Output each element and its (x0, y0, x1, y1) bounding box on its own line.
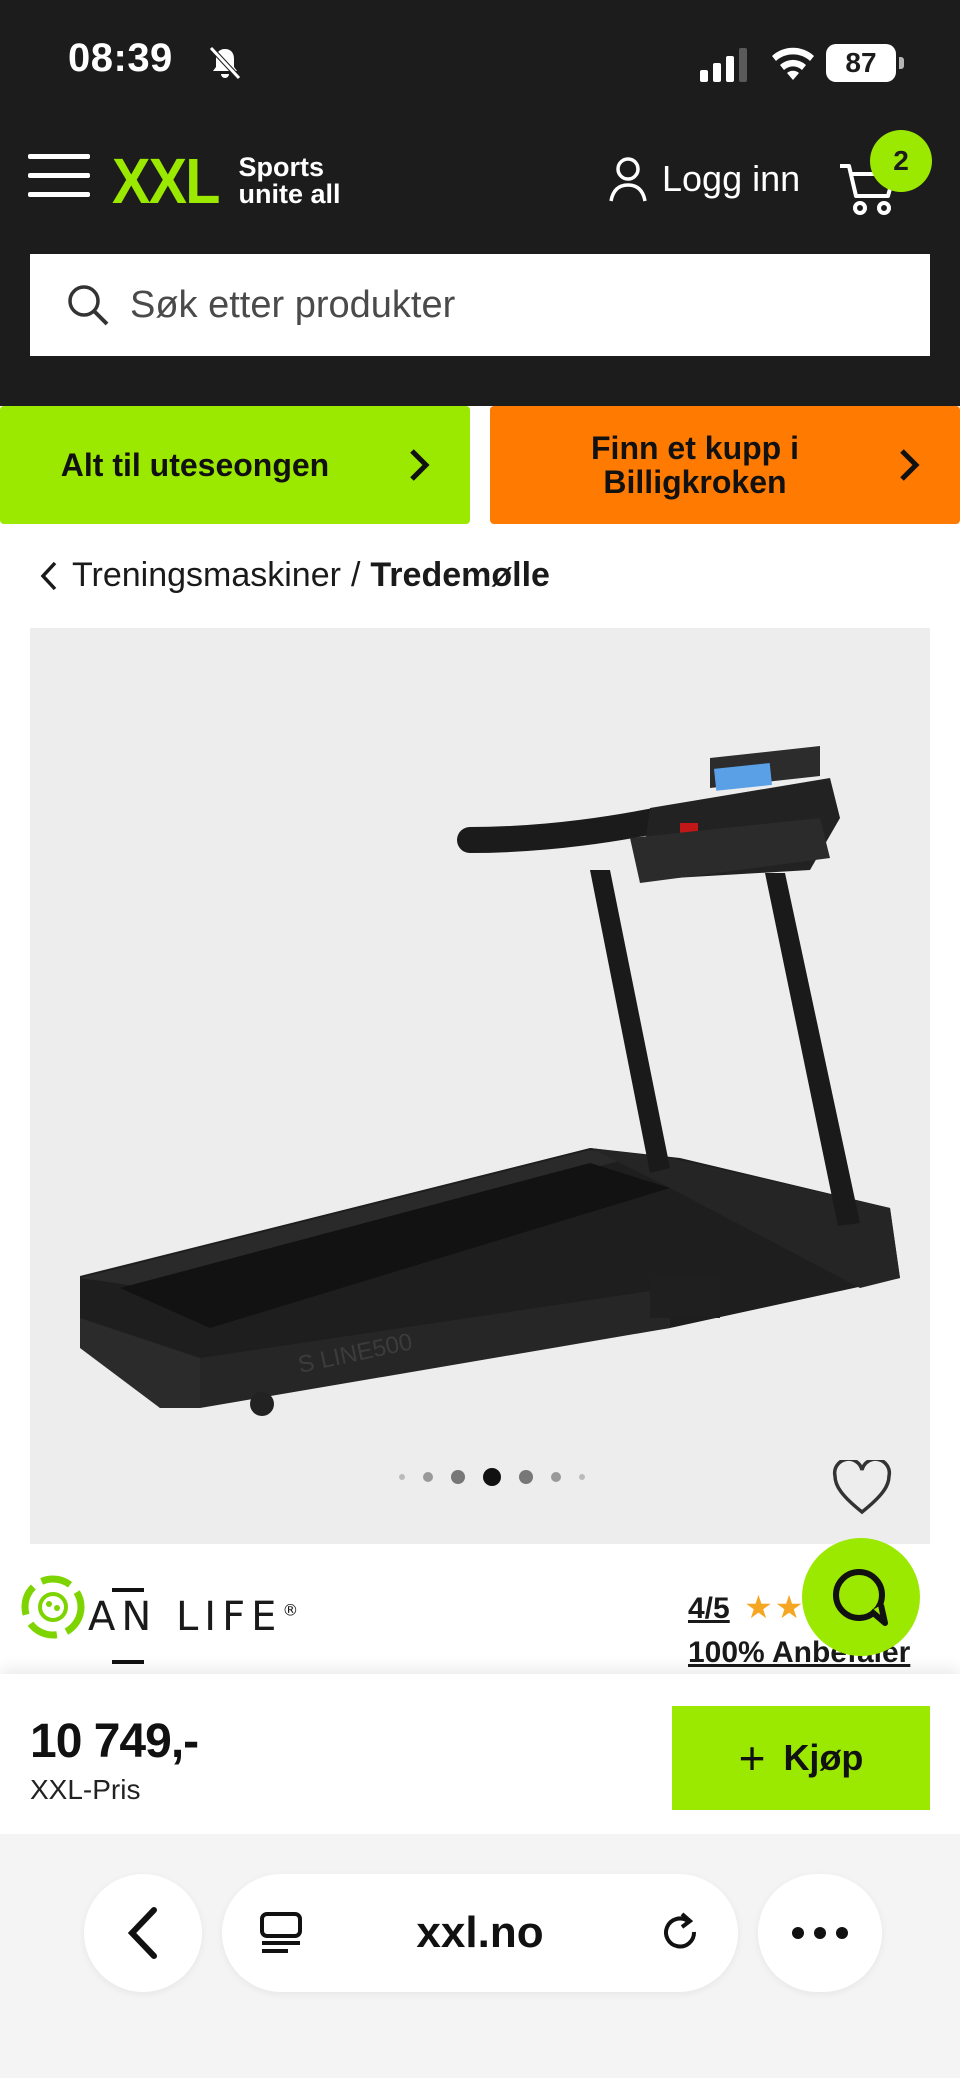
wifi-icon (772, 47, 814, 80)
browser-more-button[interactable] (758, 1874, 882, 1992)
gallery-dot-active[interactable] (483, 1468, 501, 1486)
logo-wordmark: XXL (112, 145, 220, 217)
login-link[interactable]: Logg inn (608, 156, 800, 202)
chat-bubble-icon (833, 1569, 888, 1626)
brand-logo-accent (112, 1588, 144, 1592)
browser-toolbar: xxl.no (0, 1834, 960, 2078)
breadcrumb-current[interactable]: Tredemølle (370, 556, 550, 595)
gallery-dot[interactable] (579, 1474, 585, 1480)
gallery-dot[interactable] (451, 1470, 465, 1484)
gallery-dot[interactable] (423, 1472, 433, 1482)
more-dots-icon (792, 1927, 848, 1939)
treadmill-product-image[interactable]: S LINE500 (30, 628, 930, 1544)
brand-logo-accent (112, 1660, 144, 1664)
search-input[interactable] (130, 283, 890, 327)
promo-outdoor-label: Alt til uteseongen (60, 446, 330, 483)
status-bar: 08:39 87 (0, 0, 960, 120)
breadcrumb: Treningsmaskiner / Tredemølle (40, 556, 550, 595)
rating-score: 4/5 (688, 1592, 730, 1625)
chevron-left-icon (127, 1907, 157, 1959)
chevron-right-icon (410, 449, 430, 481)
promo-bargain-label: Finn et kupp i Billigkroken (591, 430, 799, 500)
reload-icon[interactable] (658, 1910, 704, 1956)
plus-icon: + (738, 1732, 766, 1784)
page-menu-icon[interactable] (258, 1910, 304, 1956)
battery-indicator: 87 (826, 44, 904, 82)
gallery-pagination (390, 1468, 594, 1486)
promo-bargain-button[interactable]: Finn et kupp i Billigkroken (490, 406, 960, 524)
product-image-gallery[interactable]: S LINE500 (30, 628, 930, 1544)
chat-support-button[interactable] (802, 1538, 920, 1656)
login-label: Logg inn (662, 158, 801, 199)
gallery-dot[interactable] (551, 1472, 561, 1482)
chevron-left-icon[interactable] (40, 560, 58, 592)
cart-count-badge[interactable]: 2 (870, 130, 932, 192)
search-bar[interactable] (30, 254, 930, 356)
app-header: 08:39 87 XXL Sports unite all Logg inn 2… (0, 0, 960, 406)
chevron-right-icon (900, 449, 920, 481)
browser-address-bar[interactable]: xxl.no (222, 1874, 738, 1992)
status-time: 08:39 (68, 36, 173, 80)
muted-bell-icon (209, 46, 241, 80)
price-label: XXL-Pris (30, 1774, 141, 1805)
eco-sustainability-icon (21, 1575, 85, 1639)
brand-logo[interactable]: AN LIFE® (88, 1594, 304, 1640)
xxl-logo[interactable]: XXL Sports unite all (112, 145, 341, 217)
url-text: xxl.no (416, 1908, 544, 1957)
gallery-dot[interactable] (399, 1474, 405, 1480)
product-price: 10 749,- (30, 1715, 199, 1768)
heart-icon[interactable] (832, 1460, 892, 1516)
logo-tagline: Sports unite all (238, 152, 341, 209)
breadcrumb-separator: / (350, 556, 361, 594)
gallery-dot[interactable] (519, 1470, 533, 1484)
user-icon (609, 157, 647, 202)
browser-back-button[interactable] (84, 1874, 202, 1992)
hamburger-menu-icon[interactable] (28, 154, 90, 204)
cellular-signal-icon (700, 48, 747, 82)
promo-outdoor-season-button[interactable]: Alt til uteseongen (0, 406, 470, 524)
buy-label: Kjøp (783, 1737, 864, 1778)
search-icon (68, 285, 109, 326)
breadcrumb-parent-link[interactable]: Treningsmaskiner (72, 556, 341, 595)
purchase-bar: 10 749,- XXL-Pris + Kjøp (0, 1674, 960, 1834)
buy-button[interactable]: + Kjøp (672, 1706, 930, 1810)
